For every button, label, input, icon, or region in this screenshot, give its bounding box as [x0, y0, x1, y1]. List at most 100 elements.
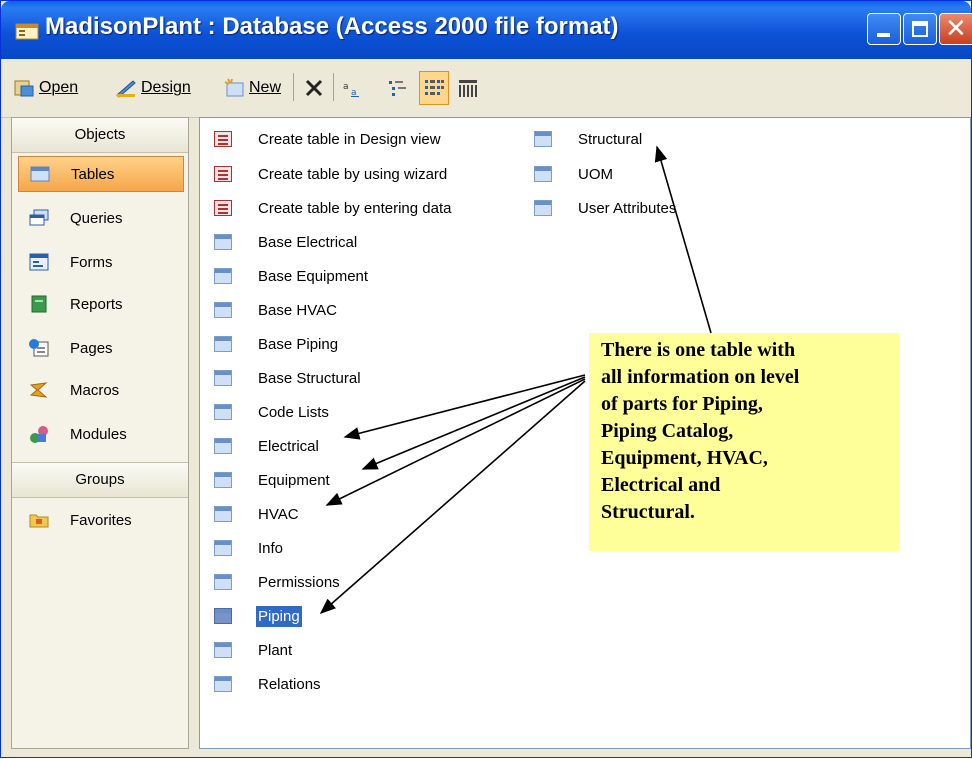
list-item[interactable]: Create table by entering data — [214, 194, 453, 222]
object-tables[interactable]: Tables — [18, 156, 184, 192]
callout-line: Electrical and — [601, 474, 721, 496]
close-button[interactable]: ✕ — [939, 13, 972, 45]
list-item[interactable]: Base Structural — [214, 364, 363, 392]
annotation-callout: There is one table with all information … — [589, 333, 899, 551]
list-item-label: Base Equipment — [258, 267, 369, 285]
macro-icon — [29, 382, 48, 398]
list-item[interactable]: Create table by using wizard — [214, 160, 449, 188]
form-icon — [29, 253, 49, 271]
query-icon — [29, 209, 49, 226]
callout-line: all information on level — [601, 366, 800, 388]
table-icon — [214, 438, 232, 454]
callout-line: of parts for Piping, — [601, 393, 763, 415]
design-icon — [116, 80, 136, 98]
list-item[interactable]: Structural — [534, 125, 644, 153]
list-item[interactable]: Permissions — [214, 568, 342, 596]
list-item[interactable]: UOM — [534, 160, 615, 188]
list-item-selected[interactable]: Piping — [214, 602, 302, 630]
svg-text:a: a — [343, 82, 349, 92]
list-item[interactable]: Base Equipment — [214, 262, 370, 290]
small-icons-icon — [389, 81, 406, 96]
toolbar: Open Design New a a — [1, 59, 971, 118]
details-view-button[interactable] — [457, 73, 483, 103]
list-item-label: User Attributes — [578, 199, 677, 217]
new-button[interactable]: New — [223, 73, 281, 103]
list-item-label: Permissions — [258, 573, 340, 591]
objects-panel: Objects Tables Queries Forms Reports Pag… — [11, 117, 189, 749]
module-icon — [30, 426, 48, 443]
table-icon — [214, 336, 232, 352]
group-favorites[interactable]: Favorites — [18, 502, 184, 538]
object-reports[interactable]: Reports — [18, 286, 184, 322]
small-icons-button[interactable] — [387, 73, 413, 103]
list-item-label: Base Piping — [258, 335, 339, 353]
table-icon — [214, 302, 232, 318]
table-icon — [30, 166, 50, 182]
object-label: Tables — [71, 165, 115, 183]
object-label: Pages — [70, 339, 113, 357]
list-item[interactable]: HVAC — [214, 500, 301, 528]
database-icon — [15, 23, 39, 40]
open-label: Open — [39, 79, 79, 96]
close-icon: ✕ — [945, 14, 967, 44]
object-modules[interactable]: Modules — [18, 416, 184, 452]
open-icon — [14, 80, 34, 97]
list-item[interactable]: Relations — [214, 670, 323, 698]
object-label: Forms — [70, 253, 113, 271]
table-icon — [214, 404, 232, 420]
list-item[interactable]: User Attributes — [534, 194, 678, 222]
list-item-label: Base HVAC — [258, 301, 337, 319]
object-queries[interactable]: Queries — [18, 200, 184, 236]
wizard-table-icon — [214, 200, 232, 216]
wizard-table-icon — [214, 166, 232, 182]
list-item-label: HVAC — [258, 505, 299, 523]
object-forms[interactable]: Forms — [18, 244, 184, 280]
list-item[interactable]: Electrical — [214, 432, 321, 460]
delete-icon — [305, 79, 323, 97]
groups-header[interactable]: Groups — [12, 462, 188, 498]
list-item-label: Base Structural — [258, 369, 361, 387]
open-button[interactable]: Open — [13, 73, 78, 103]
toolbar-separator — [293, 73, 294, 101]
title-bar[interactable]: MadisonPlant : Database (Access 2000 fil… — [1, 1, 972, 59]
list-item[interactable]: Base HVAC — [214, 296, 339, 324]
table-icon — [214, 506, 232, 522]
delete-button[interactable] — [303, 73, 329, 103]
list-item-label: Create table in Design view — [258, 130, 441, 148]
maximize-button[interactable] — [903, 13, 937, 45]
list-item[interactable]: Info — [214, 534, 285, 562]
list-item-label: Info — [258, 539, 284, 557]
window-title: MadisonPlant : Database (Access 2000 fil… — [45, 13, 619, 40]
list-item[interactable]: Create table in Design view — [214, 125, 443, 153]
design-label: Design — [141, 79, 191, 96]
table-icon — [214, 268, 232, 284]
list-view-button[interactable] — [419, 71, 449, 105]
callout-line: Structural. — [601, 501, 695, 523]
table-icon — [214, 676, 232, 692]
object-label: Reports — [70, 295, 123, 313]
list-item[interactable]: Base Electrical — [214, 228, 359, 256]
object-macros[interactable]: Macros — [18, 372, 184, 408]
object-label: Queries — [70, 209, 123, 227]
report-icon — [31, 295, 47, 313]
toolbar-separator — [333, 73, 334, 101]
large-icons-icon: a a — [343, 82, 359, 98]
objects-header[interactable]: Objects — [12, 118, 188, 153]
list-item[interactable]: Plant — [214, 636, 294, 664]
large-icons-button[interactable]: a a — [341, 73, 367, 103]
object-pages[interactable]: Pages — [18, 330, 184, 366]
list-item[interactable]: Code Lists — [214, 398, 331, 426]
table-icon — [214, 642, 232, 658]
table-icon — [534, 200, 552, 216]
minimize-button[interactable] — [867, 13, 901, 45]
database-window: MadisonPlant : Database (Access 2000 fil… — [0, 0, 972, 758]
object-label: Modules — [70, 425, 127, 443]
table-icon — [214, 540, 232, 556]
list-item-label: Electrical — [258, 437, 319, 455]
list-item[interactable]: Equipment — [214, 466, 332, 494]
design-button[interactable]: Design — [115, 73, 191, 103]
list-item[interactable]: Base Piping — [214, 330, 340, 358]
table-icon — [214, 234, 232, 250]
new-label: New — [249, 79, 282, 96]
object-label: Macros — [70, 381, 120, 399]
